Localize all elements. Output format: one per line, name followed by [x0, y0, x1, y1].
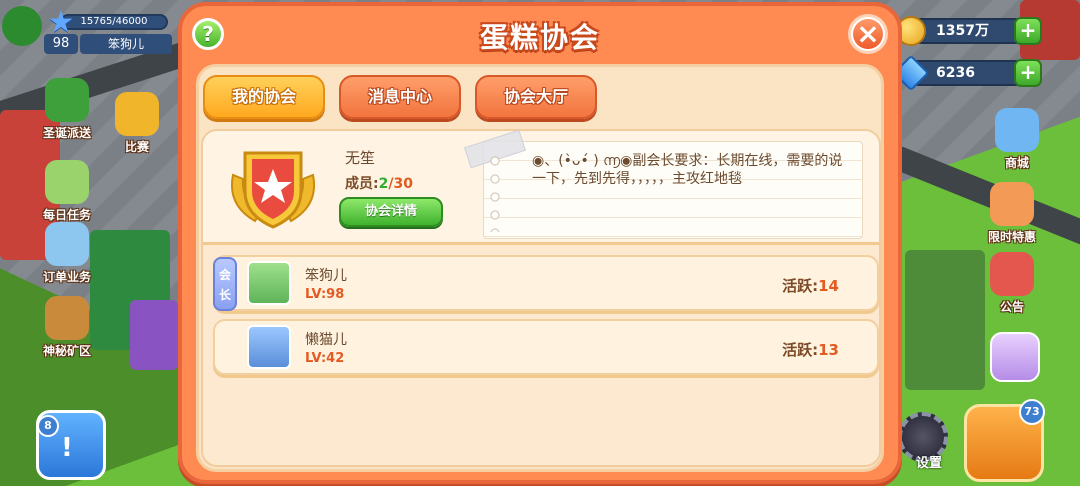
member-name: 笨狗儿 [305, 268, 347, 284]
member-level: LV:98 [305, 287, 345, 302]
bush-decoration [2, 6, 42, 46]
side-button-label: 神秘矿区 [42, 344, 91, 358]
decoration-shop-button[interactable]: 73 [964, 399, 1045, 482]
coin-counter: 1357万 + [896, 16, 1042, 46]
add-coins-button[interactable]: + [1014, 17, 1042, 45]
guild-dialog: ? 蛋糕协会 我的协会 消息中心 协会大厅 无笙 成员:2/30 协会详情 [178, 2, 902, 484]
coin-amount: 1357万 [936, 23, 989, 39]
close-button[interactable] [848, 14, 888, 54]
side-button-label: 比赛 [124, 140, 149, 154]
trophy-icon [115, 92, 159, 136]
notice-board-icon [990, 252, 1034, 296]
settings-label: 设置 [915, 456, 942, 471]
guild-emblem-icon [231, 151, 315, 229]
dialog-body: 我的协会 消息中心 协会大厅 无笙 成员:2/30 协会详情 ◉、(•̀ᴗ•́ … [196, 64, 884, 472]
guild-name: 无笙 [345, 149, 376, 167]
member-avatar [247, 261, 291, 305]
side-button-label: 商城 [1004, 156, 1029, 170]
clipboard-icon [45, 222, 89, 266]
member-count-current: 2 [378, 176, 389, 192]
member-count: 成员:2/30 [345, 173, 413, 193]
activity-label: 活跃: [782, 341, 819, 359]
guild-notice-text: ◉、(•̀ᴗ•́ ) ൬◉副会长要求：长期在线，需要的说一下，先到先得，，，，，… [532, 153, 843, 187]
side-button-label: 限时特惠 [987, 230, 1036, 244]
player-hud[interactable]: 15765/46000 ★ 98 笨狗儿 [0, 0, 175, 60]
side-button-christmas-tree[interactable]: 圣诞派送 [30, 78, 104, 141]
member-avatar [247, 325, 291, 369]
checkin-calendar-button[interactable]: 8 ! [36, 410, 106, 480]
side-button-label: 圣诞派送 [42, 126, 91, 140]
side-button-gift-box[interactable]: 限时特惠 [975, 182, 1049, 245]
gem-counter: 6236 + [892, 54, 1042, 92]
side-button-label: 每日任务 [42, 208, 91, 222]
guild-details-button[interactable]: 协会详情 [339, 197, 443, 227]
tree-shadow [905, 250, 985, 390]
guild-panel: 无笙 成员:2/30 协会详情 ◉、(•̀ᴗ•́ ) ൬◉副会长要求：长期在线，… [201, 129, 881, 467]
side-button-trophy[interactable]: 比赛 [100, 92, 174, 155]
gem-amount: 6236 [936, 65, 975, 81]
side-button-clipboard[interactable]: 订单业务 [30, 222, 104, 285]
christmas-tree-icon [45, 78, 89, 122]
member-name: 懒猫儿 [305, 332, 347, 348]
player-name: 笨狗儿 [80, 34, 172, 54]
alert-icon: ! [61, 433, 73, 463]
shopping-cart-icon [995, 108, 1039, 152]
tab-message-center[interactable]: 消息中心 [339, 75, 461, 119]
tab-guild-hall[interactable]: 协会大厅 [475, 75, 597, 119]
member-row[interactable]: 懒猫儿 LV:42 活跃:13 [213, 319, 879, 375]
cake-stand [130, 300, 178, 370]
chat-button[interactable] [990, 332, 1040, 382]
settings-button[interactable]: 设置 [898, 412, 948, 471]
activity-label: 活跃: [782, 277, 819, 295]
side-button-label: 订单业务 [42, 270, 91, 284]
add-gems-button[interactable]: + [1014, 59, 1042, 87]
guild-notice[interactable]: ◉、(•̀ᴗ•́ ) ൬◉副会长要求：长期在线，需要的说一下，先到先得，，，，，… [464, 129, 863, 239]
member-row[interactable]: 会长 笨狗儿 LV:98 活跃:14 [213, 255, 879, 311]
guild-info: 无笙 成员:2/30 协会详情 ◉、(•̀ᴗ•́ ) ൬◉副会长要求：长期在线，… [203, 129, 879, 245]
calendar-icon [45, 160, 89, 204]
member-count-max: /30 [388, 176, 413, 192]
mine-cart-icon [45, 296, 89, 340]
role-tag-leader: 会长 [213, 257, 237, 311]
side-button-notice-board[interactable]: 公告 [975, 252, 1049, 315]
side-button-mine-cart[interactable]: 神秘矿区 [30, 296, 104, 359]
member-level: LV:42 [305, 351, 345, 366]
side-button-calendar[interactable]: 每日任务 [30, 160, 104, 223]
notebook-rings [490, 152, 500, 232]
calendar-badge: 8 [37, 415, 59, 437]
dialog-title: 蛋糕协会 [479, 21, 600, 54]
shop-badge: 73 [1019, 399, 1045, 425]
tab-my-guild[interactable]: 我的协会 [203, 75, 325, 119]
member-count-label: 成员: [345, 176, 379, 192]
member-activity: 活跃:13 [782, 339, 839, 360]
player-level: 98 [44, 34, 78, 54]
activity-value: 14 [818, 277, 839, 295]
activity-value: 13 [818, 341, 839, 359]
member-activity: 活跃:14 [782, 275, 839, 296]
side-button-shopping-cart[interactable]: 商城 [980, 108, 1054, 171]
side-button-label: 公告 [999, 300, 1024, 314]
gift-box-icon [990, 182, 1034, 226]
